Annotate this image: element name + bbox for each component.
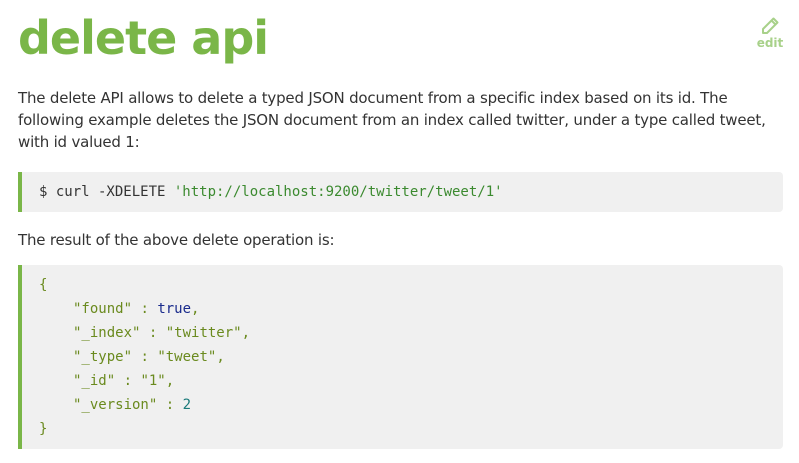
json-key: "_version" <box>73 397 158 413</box>
json-open-brace: { <box>39 277 48 293</box>
json-value: "twitter" <box>165 325 242 341</box>
json-value: "1" <box>140 373 166 389</box>
json-value: 2 <box>182 397 192 413</box>
json-field-line: "found" : true, <box>39 297 783 321</box>
json-comma: , <box>165 373 175 389</box>
command-prompt: $ curl -XDELETE <box>39 184 174 200</box>
json-field-line: "_type" : "tweet", <box>39 345 783 369</box>
json-value: true <box>157 301 192 317</box>
json-field-line: "_index" : "twitter", <box>39 321 783 345</box>
json-comma: , <box>191 301 200 317</box>
curl-command-block[interactable]: $ curl -XDELETE 'http://localhost:9200/t… <box>18 172 783 212</box>
result-json-block[interactable]: {"found" : true, "_index" : "twitter", "_t… <box>18 265 783 449</box>
json-value: "tweet" <box>157 349 217 365</box>
result-intro-paragraph: The result of the above delete operation… <box>18 231 335 249</box>
json-separator: : <box>140 325 166 341</box>
json-field-line: "_version" : 2 <box>39 393 783 417</box>
json-separator: : <box>115 373 141 389</box>
page-title: delete api <box>18 11 269 65</box>
json-field-line: "_id" : "1", <box>39 369 783 393</box>
json-separator: : <box>132 301 158 317</box>
json-separator: : <box>157 397 183 413</box>
edit-link[interactable]: edit <box>755 16 785 50</box>
json-key: "_id" <box>73 373 116 389</box>
json-key: "found" <box>73 301 133 317</box>
json-close-brace: } <box>39 421 48 437</box>
json-separator: : <box>132 349 158 365</box>
json-key: "_index" <box>73 325 141 341</box>
pencil-icon <box>762 17 779 34</box>
json-comma: , <box>216 349 225 365</box>
command-url: 'http://localhost:9200/twitter/tweet/1' <box>173 184 503 200</box>
intro-paragraph: The delete API allows to delete a typed … <box>18 89 766 151</box>
edit-label: edit <box>756 36 784 50</box>
json-key: "_type" <box>73 349 133 365</box>
json-comma: , <box>241 325 251 341</box>
